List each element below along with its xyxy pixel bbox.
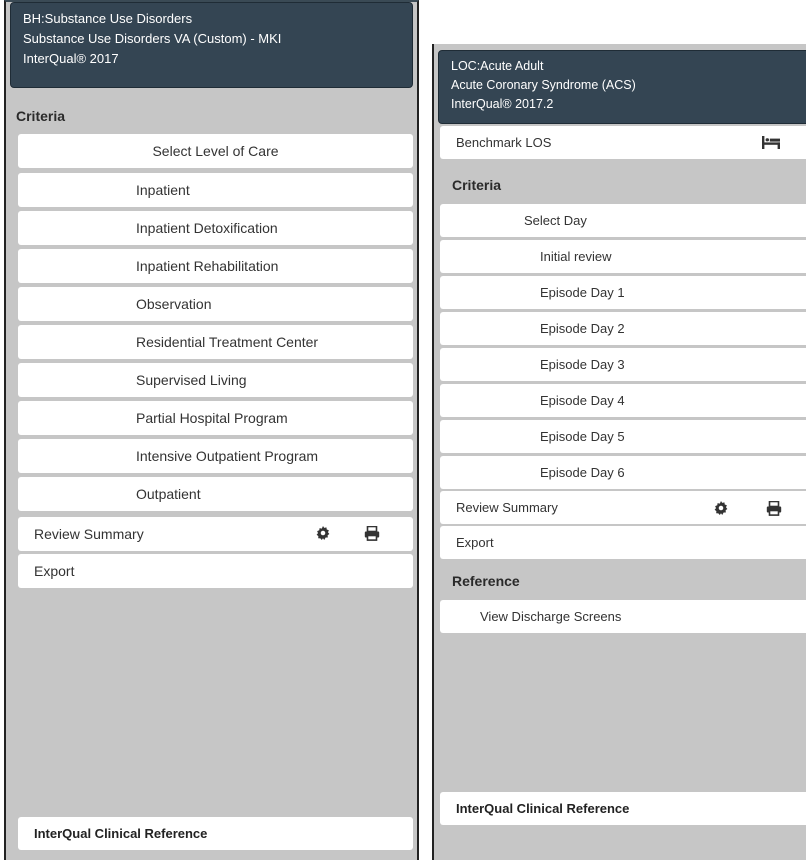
list-item[interactable]: Observation <box>18 287 413 321</box>
review-summary-row[interactable]: Review Summary <box>18 517 413 551</box>
list-item[interactable]: Intensive Outpatient Program <box>18 439 413 473</box>
list-item[interactable]: Initial review <box>440 240 806 273</box>
header-line-1: LOC:Acute Adult <box>451 59 544 73</box>
list-item[interactable]: Episode Day 4 <box>440 384 806 417</box>
review-summary-label: Review Summary <box>456 500 558 515</box>
list-item[interactable]: Outpatient <box>18 477 413 511</box>
list-item[interactable]: Episode Day 6 <box>440 456 806 489</box>
print-icon[interactable] <box>766 500 782 519</box>
left-guideline-header: BH:Substance Use Disorders Substance Use… <box>10 2 413 88</box>
list-item[interactable]: Episode Day 1 <box>440 276 806 309</box>
interqual-clinical-reference[interactable]: InterQual Clinical Reference <box>440 792 806 825</box>
list-item[interactable]: Episode Day 3 <box>440 348 806 381</box>
list-item[interactable]: Episode Day 5 <box>440 420 806 453</box>
list-item[interactable]: Supervised Living <box>18 363 413 397</box>
gear-icon[interactable] <box>714 501 728 518</box>
export-row[interactable]: Export <box>440 526 806 559</box>
export-row[interactable]: Export <box>18 554 413 588</box>
select-level-of-care[interactable]: Select Level of Care <box>18 134 413 168</box>
print-icon[interactable] <box>364 525 380 544</box>
list-item[interactable]: Inpatient <box>18 173 413 207</box>
list-item[interactable]: Episode Day 2 <box>440 312 806 345</box>
bed-icon[interactable] <box>762 136 780 152</box>
reference-heading: Reference <box>452 573 520 589</box>
right-panel: LOC:Acute Adult Acute Coronary Syndrome … <box>432 44 806 860</box>
list-item[interactable]: Inpatient Rehabilitation <box>18 249 413 283</box>
list-item[interactable]: Residential Treatment Center <box>18 325 413 359</box>
list-item[interactable]: Inpatient Detoxification <box>18 211 413 245</box>
header-line-1: BH:Substance Use Disorders <box>23 11 193 26</box>
header-line-2: Substance Use Disorders VA (Custom) - MK… <box>23 31 282 46</box>
review-summary-label: Review Summary <box>34 526 144 542</box>
header-line-3: InterQual® 2017.2 <box>451 97 554 111</box>
left-panel: BH:Substance Use Disorders Substance Use… <box>4 0 419 860</box>
list-item[interactable]: Partial Hospital Program <box>18 401 413 435</box>
review-summary-row[interactable]: Review Summary <box>440 491 806 524</box>
benchmark-los-label: Benchmark LOS <box>456 135 552 150</box>
select-day[interactable]: Select Day <box>440 204 806 237</box>
gear-icon[interactable] <box>316 526 330 543</box>
criteria-heading: Criteria <box>16 108 66 124</box>
criteria-heading: Criteria <box>452 177 502 193</box>
header-line-2: Acute Coronary Syndrome (ACS) <box>451 78 636 92</box>
view-discharge-screens[interactable]: View Discharge Screens <box>440 600 806 633</box>
interqual-clinical-reference[interactable]: InterQual Clinical Reference <box>18 817 413 850</box>
benchmark-los-row[interactable]: Benchmark LOS <box>440 126 806 159</box>
header-line-3: InterQual® 2017 <box>23 51 119 66</box>
right-guideline-header: LOC:Acute Adult Acute Coronary Syndrome … <box>438 50 806 124</box>
